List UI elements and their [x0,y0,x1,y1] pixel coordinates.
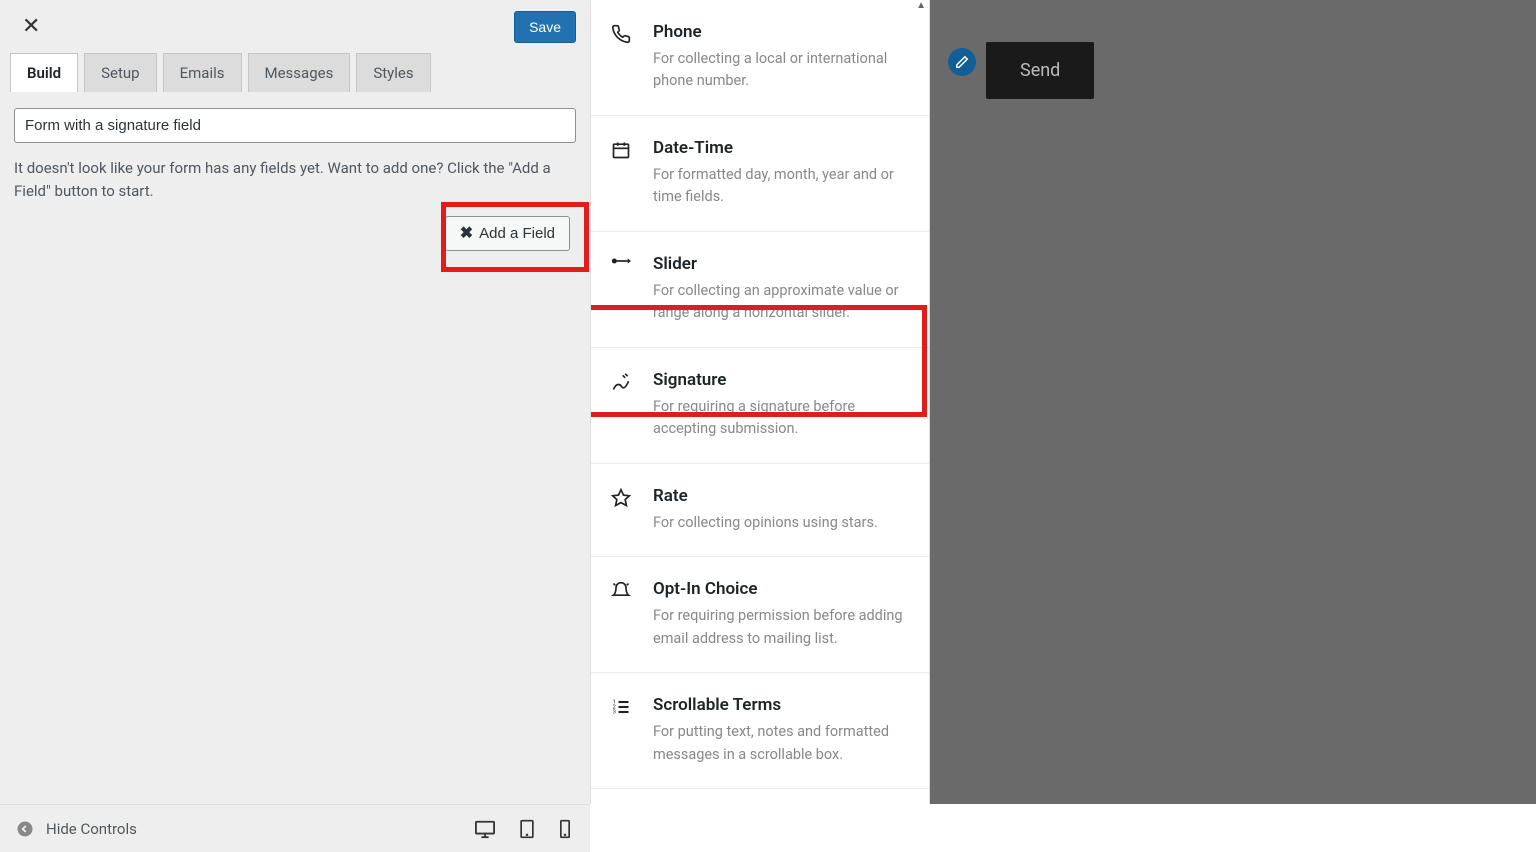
preview-panel: Send [930,0,1536,804]
field-option-title: Date-Time [653,138,909,158]
slider-icon [609,254,633,325]
tab-messages[interactable]: Messages [248,53,351,92]
field-option-title: Slider [653,254,909,274]
field-option-title: Phone [653,22,909,42]
scroll-up-arrow-icon[interactable]: ▲ [916,0,926,11]
field-option-desc: For collecting opinions using stars. [653,512,909,534]
add-field-button[interactable]: ✖ Add a Field [445,216,570,251]
field-option-title: Scrollable Terms [653,695,909,715]
add-field-label: Add a Field [479,225,555,242]
device-tablet-icon[interactable] [518,819,536,839]
signature-icon [609,370,633,441]
calendar-icon [609,138,633,209]
device-mobile-icon[interactable] [558,819,572,839]
device-switcher [474,819,576,839]
hide-controls-button[interactable]: Hide Controls [14,818,137,840]
star-icon [609,486,633,534]
device-desktop-icon[interactable] [474,819,496,839]
field-option-optin[interactable]: Opt-In Choice For requiring permission b… [591,557,929,673]
field-option-terms[interactable]: 123 Scrollable Terms For putting text, n… [591,673,929,789]
close-icon[interactable]: ✕ [14,10,48,43]
send-button-preview: Send [986,42,1094,99]
field-option-datetime[interactable]: Date-Time For formatted day, month, year… [591,116,929,232]
plus-close-icon: ✖ [460,226,473,242]
tab-styles[interactable]: Styles [356,53,430,92]
chevron-left-circle-icon [14,818,36,840]
field-option-desc: For formatted day, month, year and or ti… [653,164,909,209]
form-title-input[interactable] [14,108,576,143]
tab-setup[interactable]: Setup [84,53,156,92]
field-option-title: Signature [653,370,909,390]
bell-icon [609,579,633,650]
footer-bar: Hide Controls [0,804,590,852]
field-option-desc: For putting text, notes and formatted me… [653,721,909,766]
hide-controls-label: Hide Controls [46,820,137,838]
field-option-title: Opt-In Choice [653,579,909,599]
list-icon: 123 [609,695,633,766]
field-option-title: Rate [653,486,909,506]
builder-panel: ✕ Save Build Setup Emails Messages Style… [0,0,590,804]
field-option-payment[interactable]: Payment For processing payments using yo… [591,789,929,804]
save-button[interactable]: Save [514,11,576,43]
panel-body: It doesn't look like your form has any f… [0,92,590,804]
field-option-desc: For collecting a local or international … [653,48,909,93]
field-type-dropdown[interactable]: ▲ Phone For collecting a local or intern… [590,0,930,804]
svg-text:3: 3 [613,710,616,716]
tabs: Build Setup Emails Messages Styles [0,53,590,92]
field-option-slider[interactable]: Slider For collecting an approximate val… [591,232,929,348]
field-option-desc: For requiring permission before adding e… [653,605,909,650]
tab-build[interactable]: Build [10,53,78,92]
empty-helper-text: It doesn't look like your form has any f… [14,157,576,202]
tab-emails[interactable]: Emails [163,53,242,92]
field-option-phone[interactable]: Phone For collecting a local or internat… [591,0,929,116]
field-option-rate[interactable]: Rate For collecting opinions using stars… [591,464,929,557]
field-option-signature[interactable]: Signature For requiring a signature befo… [591,348,929,464]
phone-icon [609,22,633,93]
edit-shortcut-button[interactable] [948,48,976,76]
top-bar: ✕ Save [0,0,590,53]
field-option-desc: For requiring a signature before accepti… [653,396,909,441]
field-option-desc: For collecting an approximate value or r… [653,280,909,325]
